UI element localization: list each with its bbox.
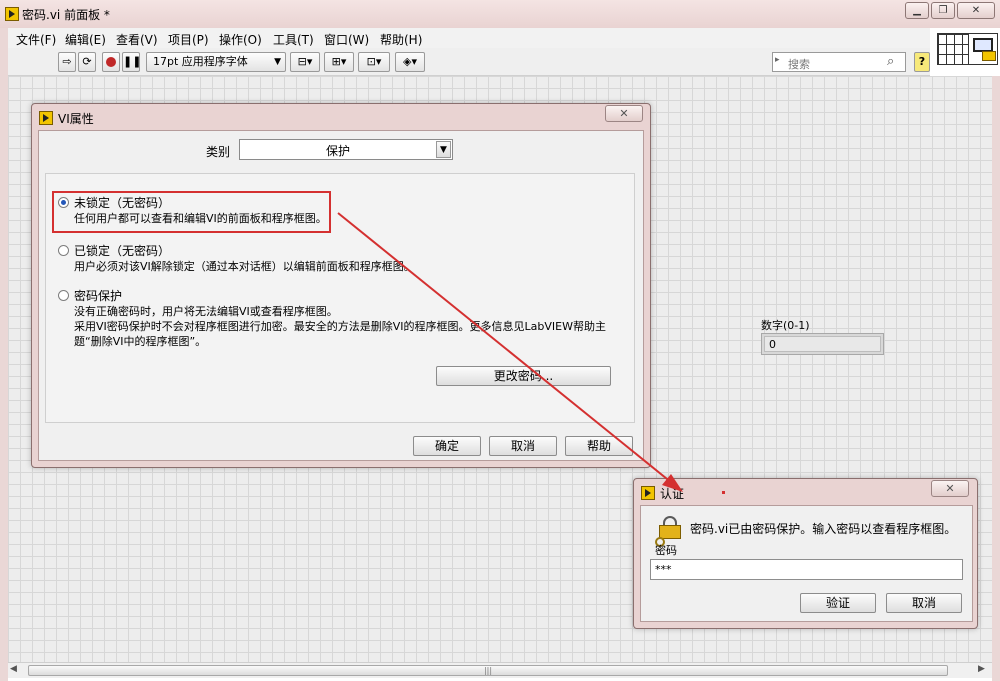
auth-dialog-body: 密码.vi已由密码保护。输入密码以查看程序框图。 密码 *** 验证 取消	[640, 505, 973, 622]
option-password-label[interactable]: 密码保护	[74, 287, 122, 304]
radio-locked[interactable]	[58, 245, 69, 256]
reorder-icon[interactable]: ◈▾	[395, 52, 425, 72]
connector-pane-icon[interactable]	[937, 33, 969, 65]
auth-dialog: 认证 ✕ 密码.vi已由密码保护。输入密码以查看程序框图。 密码 *** 验证 …	[633, 478, 978, 629]
option-locked-label[interactable]: 已锁定（无密码）	[74, 242, 170, 259]
change-password-button[interactable]: 更改密码...	[436, 366, 611, 386]
close-icon[interactable]: ✕	[605, 105, 643, 122]
chevron-down-icon[interactable]: ▼	[436, 141, 451, 158]
menu-tools[interactable]: 工具(T)	[273, 31, 314, 48]
menu-operate[interactable]: 操作(O)	[219, 31, 262, 48]
search-placeholder: 搜索	[788, 58, 810, 71]
scrollbar-thumb[interactable]: |||	[28, 665, 948, 676]
scroll-right-icon[interactable]: ▶	[978, 664, 985, 674]
search-box[interactable]: ▸ 搜索 ⌕	[772, 52, 906, 72]
option-locked-desc: 用户必须对该VI解除锁定（通过本对话框）以编辑前面板和程序框图。	[74, 260, 415, 273]
maximize-button[interactable]: ❐	[931, 2, 955, 19]
font-select-value: 17pt 应用程序字体	[153, 55, 248, 68]
radio-password[interactable]	[58, 290, 69, 301]
close-icon[interactable]: ✕	[931, 480, 969, 497]
category-select-value: 保护	[325, 144, 350, 158]
option-password-desc-2: 采用VI密码保护时不会对程序框图进行加密。最安全的方法是删除VI的程序框图。更多…	[74, 320, 606, 333]
menu-edit[interactable]: 编辑(E)	[65, 31, 106, 48]
dialog-title: VI属性	[58, 112, 94, 126]
highlight-box	[52, 191, 331, 233]
cancel-button[interactable]: 取消	[489, 436, 557, 456]
search-icon[interactable]: ⌕	[887, 54, 894, 69]
search-dropdown-icon[interactable]: ▸	[775, 55, 780, 65]
menu-project[interactable]: 项目(P)	[168, 31, 209, 48]
labview-vi-icon	[39, 111, 53, 125]
category-select[interactable]: 保护 ▼	[239, 139, 453, 160]
distribute-objects-icon[interactable]: ⊞▾	[324, 52, 354, 72]
labview-vi-icon	[641, 486, 655, 500]
run-continuously-icon[interactable]: ⟳	[78, 52, 96, 72]
option-password-desc-3: 题“删除VI中的程序框图”。	[74, 335, 207, 348]
chevron-down-icon: ▼	[274, 57, 281, 67]
context-help-button[interactable]: ?	[914, 52, 930, 72]
menu-window[interactable]: 窗口(W)	[324, 31, 369, 48]
annotation-dot	[722, 491, 725, 494]
ok-button[interactable]: 确定	[413, 436, 481, 456]
window-frame-right	[992, 76, 1000, 681]
scroll-left-icon[interactable]: ◀	[10, 664, 17, 674]
close-window-button[interactable]: ✕	[957, 2, 995, 19]
help-button[interactable]: 帮助	[565, 436, 633, 456]
vi-icon[interactable]	[968, 33, 998, 65]
numeric-control[interactable]: 0	[761, 333, 884, 355]
resize-objects-icon[interactable]: ⊡▾	[358, 52, 390, 72]
option-password-desc-1: 没有正确密码时，用户将无法编辑VI或查看程序框图。	[74, 305, 338, 318]
window-frame-left	[0, 28, 8, 681]
menu-help[interactable]: 帮助(H)	[380, 31, 422, 48]
auth-dialog-title: 认证	[660, 487, 685, 501]
numeric-control-label: 数字(0-1)	[761, 319, 810, 332]
vi-properties-dialog: VI属性 ✕ 类别 保护 ▼ 未锁定（无密码） 任何用户都可以查看和编辑VI的前…	[31, 103, 651, 468]
verify-button[interactable]: 验证	[800, 593, 876, 613]
pause-icon[interactable]: ❚❚	[122, 52, 141, 72]
window-title: 密码.vi 前面板 *	[22, 8, 110, 22]
align-objects-icon[interactable]: ⊟▾	[290, 52, 320, 72]
numeric-control-value: 0	[764, 336, 881, 352]
password-input[interactable]: ***	[650, 559, 963, 580]
run-arrow-icon[interactable]: ⇨	[58, 52, 76, 72]
category-label: 类别	[206, 145, 231, 159]
abort-icon[interactable]	[102, 52, 120, 72]
dialog-body: 类别 保护 ▼ 未锁定（无密码） 任何用户都可以查看和编辑VI的前面板和程序框图…	[38, 130, 644, 461]
window-title-bar: 密码.vi 前面板 * ▁ ❐ ✕	[0, 0, 1000, 28]
minimize-button[interactable]: ▁	[905, 2, 929, 19]
toolbar: ⇨ ⟳ ❚❚ 17pt 应用程序字体 ▼ ⊟▾ ⊞▾ ⊡▾ ◈▾ ▸ 搜索 ⌕ …	[8, 48, 930, 76]
auth-message: 密码.vi已由密码保护。输入密码以查看程序框图。	[690, 522, 957, 536]
menu-file[interactable]: 文件(F)	[16, 31, 56, 48]
menu-bar: 文件(F) 编辑(E) 查看(V) 项目(P) 操作(O) 工具(T) 窗口(W…	[8, 28, 930, 48]
password-label: 密码	[655, 544, 677, 557]
font-select[interactable]: 17pt 应用程序字体 ▼	[146, 52, 286, 72]
horizontal-scrollbar[interactable]: ◀ ||| ▶	[8, 662, 992, 678]
auth-cancel-button[interactable]: 取消	[886, 593, 962, 613]
menu-view[interactable]: 查看(V)	[116, 31, 158, 48]
labview-vi-icon	[5, 7, 19, 21]
